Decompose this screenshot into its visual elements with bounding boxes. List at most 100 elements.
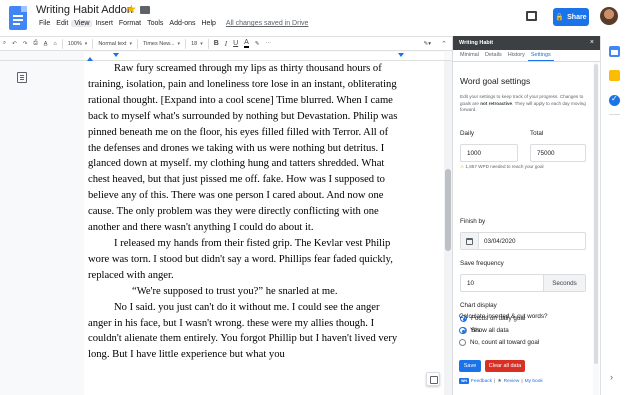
- lock-icon: 🔒: [555, 14, 565, 21]
- calendar-icon[interactable]: [461, 233, 479, 249]
- menu-help[interactable]: Help: [199, 20, 219, 27]
- save-frequency-input[interactable]: 10: [461, 275, 543, 291]
- tab-minimal[interactable]: Minimal: [457, 50, 482, 61]
- explore-icon[interactable]: [426, 372, 440, 386]
- footer-separator: |: [494, 378, 496, 384]
- menu-bar: File Edit View Insert Format Tools Add-o…: [36, 20, 311, 27]
- sidebar-footer: WH Feedback | ★ Review | My book: [459, 378, 543, 384]
- zoom-select[interactable]: 100%: [65, 37, 91, 50]
- sidebar-title: Writing Habit: [459, 40, 494, 46]
- share-label: Share: [567, 13, 587, 21]
- right-margin-marker-icon[interactable]: [398, 53, 404, 57]
- calculate-label: Calculate inserted & cut words?: [459, 313, 548, 320]
- radio-selected-icon[interactable]: [459, 327, 466, 334]
- keep-app-icon[interactable]: [609, 70, 620, 81]
- side-panel-divider: [609, 114, 620, 115]
- menu-addons[interactable]: Add-ons: [166, 20, 198, 27]
- underline-button[interactable]: U: [230, 37, 241, 50]
- close-icon[interactable]: ×: [590, 36, 594, 50]
- radio-calc-yes[interactable]: Yes: [459, 327, 480, 334]
- star-icon[interactable]: ★: [126, 2, 137, 16]
- toolbar-divider: [61, 38, 63, 49]
- chevron-right-icon[interactable]: ›: [610, 372, 613, 382]
- finish-date-field[interactable]: 03/04/2020: [460, 232, 586, 250]
- footer-separator: |: [521, 378, 523, 384]
- tab-details[interactable]: Details: [482, 50, 505, 61]
- spellcheck-icon[interactable]: A̲: [41, 37, 51, 50]
- settings-title: Word goal settings: [460, 76, 531, 86]
- share-button[interactable]: 🔒 Share: [553, 8, 589, 26]
- total-goal-input[interactable]: 75000: [530, 144, 586, 162]
- hide-menus-icon[interactable]: ⌃: [436, 36, 452, 51]
- save-frequency-field[interactable]: 10 Seconds: [460, 274, 586, 292]
- ruler: [0, 51, 452, 61]
- font-family-select[interactable]: Times New...: [140, 37, 183, 50]
- sidebar-scrollbar[interactable]: [593, 62, 599, 395]
- my-book-link[interactable]: My book: [525, 379, 543, 384]
- redo-icon[interactable]: ↷: [20, 37, 31, 50]
- document-page[interactable]: Raw fury screamed through my lips as thi…: [84, 61, 444, 395]
- docs-logo-icon[interactable]: [9, 6, 27, 30]
- tasks-app-icon[interactable]: [609, 94, 620, 106]
- highlight-icon[interactable]: ✎: [252, 37, 263, 50]
- save-status-link[interactable]: All changes saved in Drive: [223, 20, 312, 27]
- total-label: Total: [530, 130, 544, 137]
- menu-file[interactable]: File: [36, 20, 53, 27]
- bold-button[interactable]: B: [211, 37, 222, 50]
- goal-warning: ⚠ 1,857 WPD needed to reach your goal: [460, 164, 544, 169]
- undo-icon[interactable]: ↶: [9, 37, 20, 50]
- finish-by-label: Finish by: [460, 218, 486, 225]
- document-outline-icon[interactable]: [17, 72, 27, 83]
- more-options-icon[interactable]: ⋯: [262, 37, 274, 50]
- radio-calc-no[interactable]: No, count all toward goal: [459, 339, 539, 346]
- toolbar-divider: [207, 38, 209, 49]
- italic-button[interactable]: I: [222, 37, 230, 50]
- avatar[interactable]: [600, 7, 618, 25]
- daily-goal-input[interactable]: 1000: [460, 144, 518, 162]
- editing-mode-icon[interactable]: ✎▾: [421, 37, 434, 50]
- document-body[interactable]: Raw fury screamed through my lips as thi…: [88, 61, 402, 363]
- save-frequency-unit: Seconds: [543, 275, 585, 291]
- menu-format[interactable]: Format: [116, 20, 144, 27]
- finish-date-value[interactable]: 03/04/2020: [479, 238, 516, 245]
- chart-display-label: Chart display: [460, 302, 497, 309]
- folder-icon[interactable]: [140, 6, 150, 14]
- text-color-button[interactable]: A: [241, 37, 252, 50]
- font-size-select[interactable]: 18: [188, 37, 206, 50]
- calendar-app-icon[interactable]: [609, 46, 620, 57]
- left-margin: [0, 61, 84, 395]
- menu-edit[interactable]: Edit: [53, 20, 71, 27]
- scrollbar-thumb[interactable]: [445, 169, 451, 251]
- toolbar-divider: [136, 38, 138, 49]
- sidebar-scrollbar-thumb[interactable]: [594, 64, 598, 364]
- paint-format-icon[interactable]: ⌂: [50, 37, 59, 50]
- comments-icon[interactable]: [526, 11, 537, 21]
- tab-history[interactable]: History: [505, 50, 528, 61]
- menu-insert[interactable]: Insert: [92, 20, 116, 27]
- document-scrollbar[interactable]: [444, 61, 452, 395]
- paragraph[interactable]: No I said. you just can't do it without …: [88, 300, 402, 364]
- save-button[interactable]: Save: [459, 360, 481, 372]
- clear-all-data-button[interactable]: Clear all data: [485, 360, 525, 372]
- sidebar-header: Writing Habit: [453, 36, 601, 50]
- paragraph[interactable]: I released my hands from their fisted gr…: [88, 236, 402, 284]
- settings-description: Edit your settings to keep track of your…: [460, 94, 586, 113]
- print-icon[interactable]: ⎙: [30, 37, 40, 50]
- radio-unselected-icon[interactable]: [459, 339, 466, 346]
- tab-settings[interactable]: Settings: [527, 50, 554, 61]
- formatting-toolbar: ⌕ ↶ ↷ ⎙ A̲ ⌂ 100% Normal text Times New.…: [0, 36, 452, 51]
- indent-marker-icon[interactable]: [113, 53, 119, 57]
- paragraph-style-select[interactable]: Normal text: [95, 37, 135, 50]
- paragraph[interactable]: Raw fury screamed through my lips as thi…: [88, 61, 402, 236]
- review-link[interactable]: Review: [504, 379, 520, 384]
- menu-view[interactable]: View: [71, 20, 93, 27]
- menu-tools[interactable]: Tools: [144, 20, 166, 27]
- review-star-icon: ★: [497, 378, 502, 384]
- document-title[interactable]: Writing Habit Addon: [36, 4, 133, 16]
- paragraph[interactable]: “We're supposed to trust you?” he snarle…: [88, 284, 402, 300]
- search-menus-icon[interactable]: ⌕: [0, 37, 9, 50]
- feedback-link[interactable]: Feedback: [471, 379, 492, 384]
- toolbar-divider: [92, 38, 94, 49]
- sidebar-tabs: Minimal Details History Settings: [453, 50, 601, 62]
- warning-icon: ⚠: [460, 164, 465, 169]
